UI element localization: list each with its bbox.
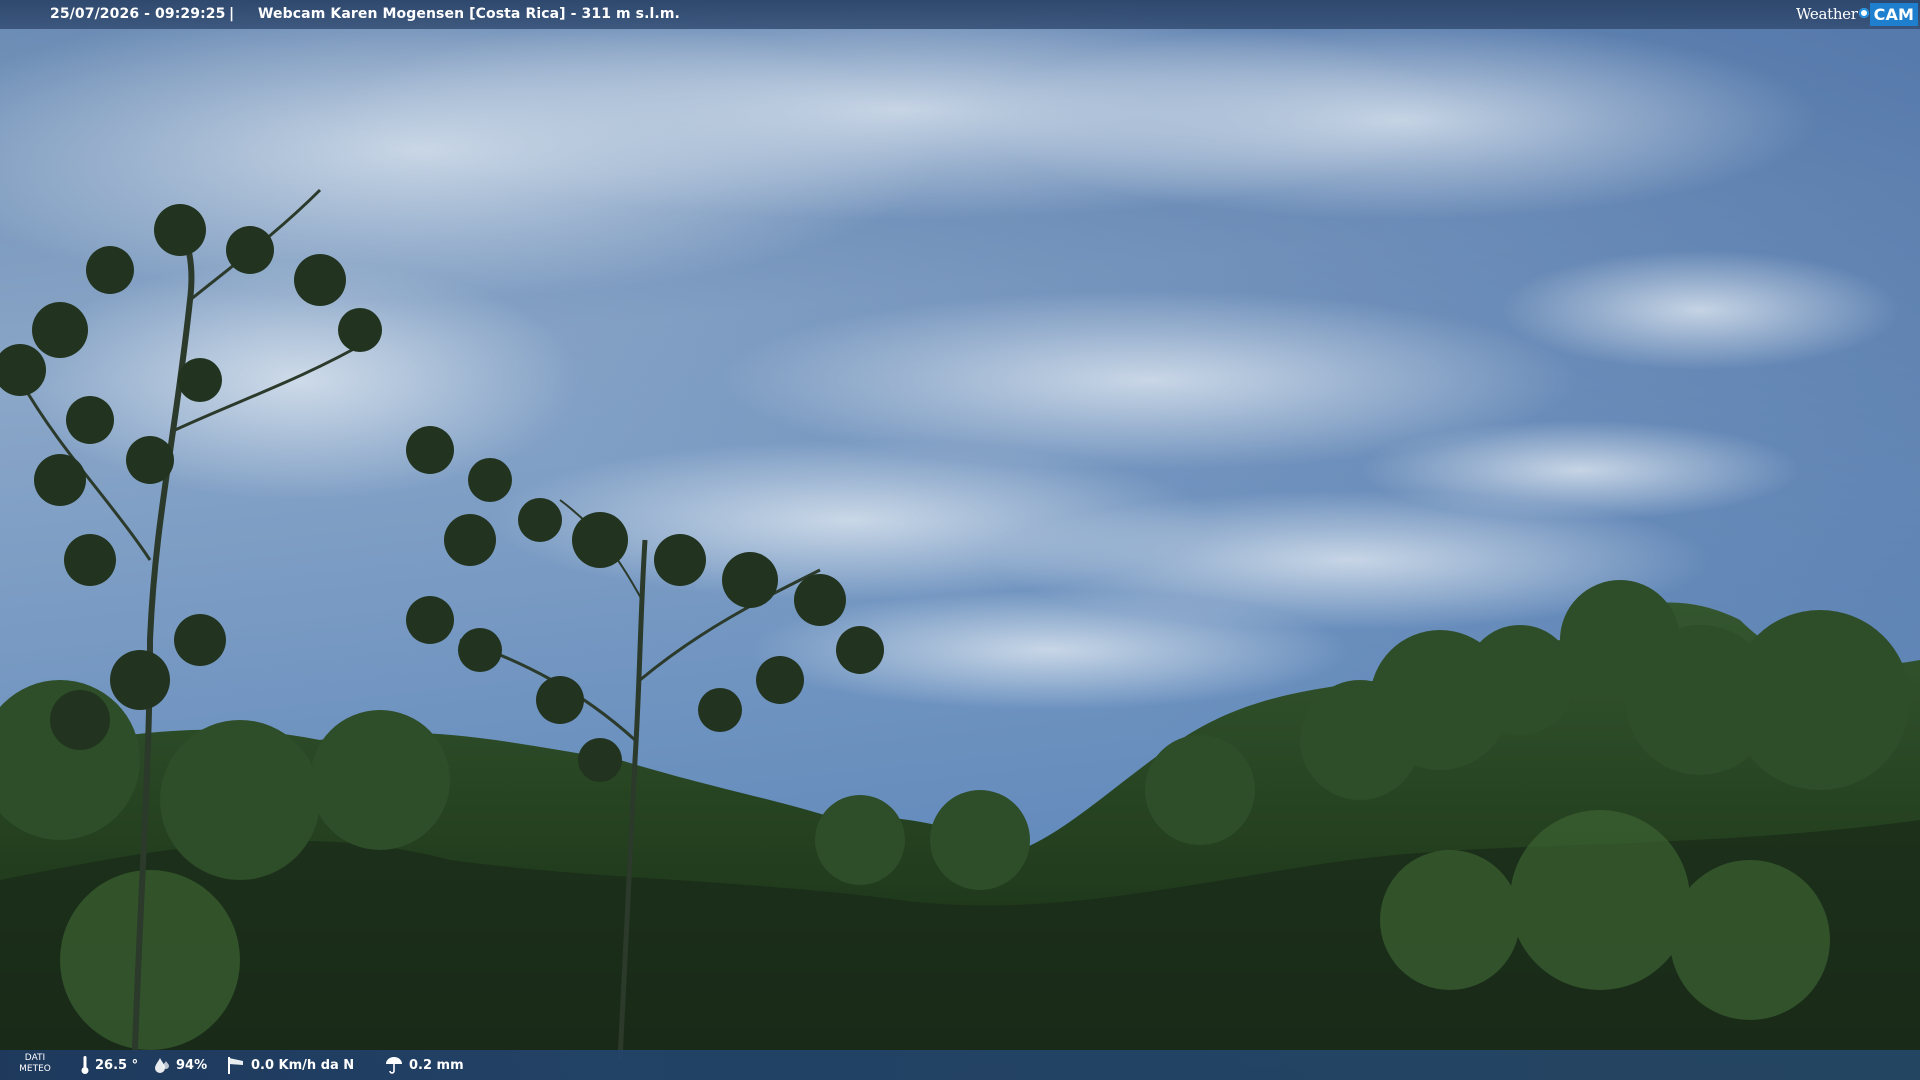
webcam-title: Webcam Karen Mogensen [Costa Rica] - 311… (258, 6, 680, 22)
temperature-value: 26.5 ° (95, 1057, 139, 1073)
logo-dot-icon (1858, 7, 1869, 18)
meteo-label-line1: DATI (24, 1053, 46, 1063)
thermometer-icon (81, 1056, 89, 1074)
timestamp: 25/07/2026 - 09:29:25 (50, 6, 226, 22)
humidity-drop-icon (155, 1058, 169, 1073)
meteo-data-bar: DATI METEO 26.5 ° 94% 0.0 Km/h da N 0.2 … (0, 1050, 1920, 1080)
wind-sock-icon (228, 1057, 243, 1074)
webcam-frame: 25/07/2026 - 09:29:25 | Webcam Karen Mog… (0, 0, 1920, 1080)
webcam-header-bar: 25/07/2026 - 09:29:25 | Webcam Karen Mog… (0, 0, 1920, 29)
temperature-reading: 26.5 ° (80, 1050, 138, 1080)
logo-weather-text: Weather (1795, 5, 1858, 23)
rain-reading: 0.2 mm (384, 1050, 464, 1080)
webcam-image (0, 0, 1920, 1080)
humidity-value: 94% (176, 1057, 208, 1073)
weathercam-logo[interactable]: Weather CAM (1796, 2, 1918, 27)
wind-reading: 0.0 Km/h da N (226, 1050, 354, 1080)
logo-cam-text: CAM (1869, 3, 1918, 26)
humidity-reading: 94% (153, 1050, 207, 1080)
rain-umbrella-icon (386, 1057, 402, 1074)
rain-value: 0.2 mm (409, 1057, 464, 1073)
header-separator: | (229, 6, 235, 22)
wind-value: 0.0 Km/h da N (251, 1057, 355, 1073)
meteo-label: DATI METEO (10, 1053, 60, 1075)
meteo-label-line2: METEO (19, 1064, 51, 1074)
